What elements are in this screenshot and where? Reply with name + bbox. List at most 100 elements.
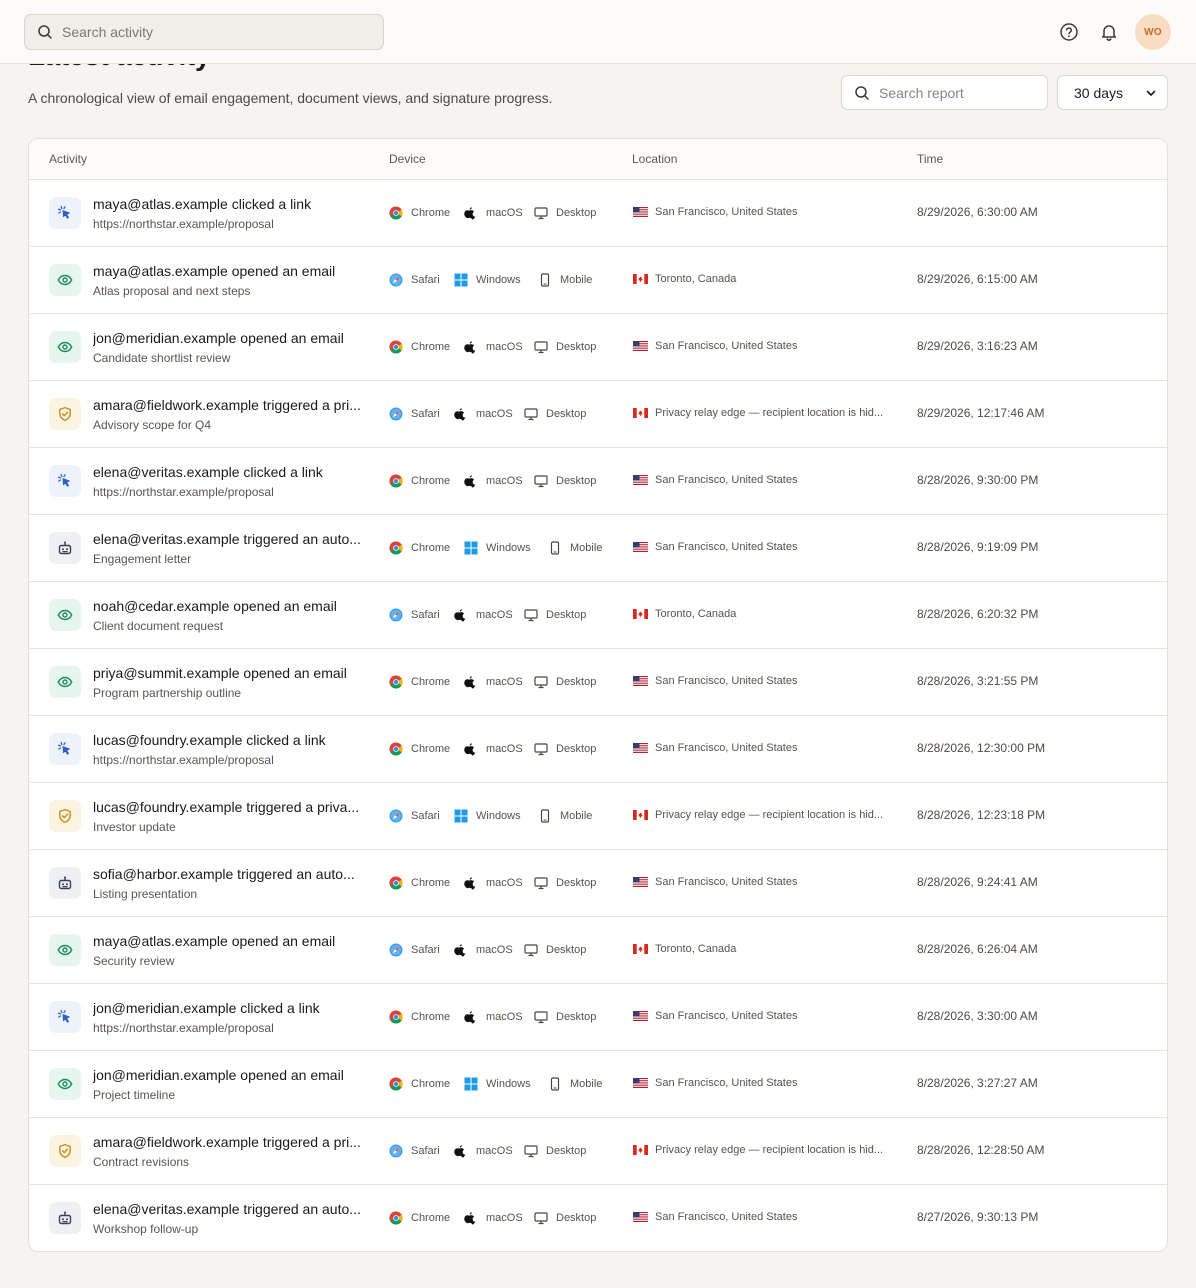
notifications-button[interactable] <box>1097 20 1121 44</box>
table-row[interactable]: elena@veritas.example triggered an auto.… <box>29 515 1167 582</box>
help-button[interactable] <box>1057 20 1081 44</box>
os-cell: macOS <box>464 742 523 756</box>
activity-subtitle: https://northstar.example/proposal <box>93 217 274 231</box>
device-label: Mobile <box>560 274 593 286</box>
location-label: Toronto, Canada <box>655 608 737 620</box>
location-label: Privacy relay edge — recipient location … <box>655 1144 884 1156</box>
canada-flag-icon <box>633 1145 648 1155</box>
device-label: Desktop <box>556 1011 597 1023</box>
location-cell: San Francisco, United States <box>633 742 797 754</box>
activity-type-badge <box>49 666 81 698</box>
device-label: Desktop <box>556 676 597 688</box>
browser-cell: Chrome <box>389 541 450 555</box>
table-row[interactable]: amara@fieldwork.example triggered a pri.… <box>29 381 1167 448</box>
canada-flag-icon <box>633 274 648 284</box>
chrome-icon <box>389 1010 403 1024</box>
activity-title[interactable]: maya@atlas.example clicked a link <box>93 196 375 212</box>
device-cell: Mobile <box>548 541 602 555</box>
table-row[interactable]: amara@fieldwork.example triggered a pri.… <box>29 1118 1167 1185</box>
os-cell: macOS <box>454 608 513 622</box>
column-header-location[interactable]: Location <box>632 152 677 166</box>
activity-title[interactable]: amara@fieldwork.example triggered a pri.… <box>93 1134 375 1150</box>
apple-icon <box>464 743 476 756</box>
os-cell: macOS <box>464 206 523 220</box>
table-row[interactable]: maya@atlas.example clicked a link https:/… <box>29 180 1167 247</box>
table-row[interactable]: noah@cedar.example opened an email Client… <box>29 582 1167 649</box>
activity-title[interactable]: elena@veritas.example clicked a link <box>93 464 375 480</box>
location-label: San Francisco, United States <box>655 206 798 218</box>
shield-check-icon <box>59 1143 71 1159</box>
activity-title[interactable]: jon@meridian.example opened an email <box>93 1067 375 1083</box>
table-row[interactable]: maya@atlas.example opened an email Securi… <box>29 917 1167 984</box>
browser-cell: Chrome <box>389 1010 450 1024</box>
table-row[interactable]: lucas@foundry.example clicked a link http… <box>29 716 1167 783</box>
os-cell: macOS <box>464 876 523 890</box>
date-range-select[interactable]: 30 days <box>1057 75 1168 110</box>
location-label: Privacy relay edge — recipient location … <box>655 407 884 419</box>
cursor-click-icon <box>57 1009 70 1023</box>
location-label: San Francisco, United States <box>655 1211 798 1223</box>
activity-title[interactable]: lucas@foundry.example clicked a link <box>93 732 375 748</box>
table-row[interactable]: jon@meridian.example opened an email Cand… <box>29 314 1167 381</box>
activity-time: 8/29/2026, 6:30:00 AM <box>917 205 1038 219</box>
activity-title[interactable]: amara@fieldwork.example triggered a pri.… <box>93 397 375 413</box>
os-cell: Windows <box>454 273 521 287</box>
location-cell: Toronto, Canada <box>633 608 736 620</box>
column-header-activity[interactable]: Activity <box>49 152 87 166</box>
browser-label: Safari <box>411 274 440 286</box>
location-label: San Francisco, United States <box>655 742 798 754</box>
activity-type-badge <box>49 398 81 430</box>
device-cell: Desktop <box>534 340 596 354</box>
user-avatar[interactable]: WO <box>1135 14 1171 50</box>
table-row[interactable]: lucas@foundry.example triggered a priva.… <box>29 783 1167 850</box>
browser-cell: Chrome <box>389 1211 450 1225</box>
table-row[interactable]: elena@veritas.example clicked a link http… <box>29 448 1167 515</box>
activity-search-input[interactable]: Search activity <box>24 14 384 50</box>
apple-icon <box>454 1145 466 1158</box>
activity-title[interactable]: noah@cedar.example opened an email <box>93 598 375 614</box>
activity-title[interactable]: maya@atlas.example opened an email <box>93 933 375 949</box>
activity-title[interactable]: priya@summit.example opened an email <box>93 665 375 681</box>
activity-title[interactable]: jon@meridian.example opened an email <box>93 330 375 346</box>
column-header-time[interactable]: Time <box>917 152 943 166</box>
browser-cell: Chrome <box>389 1077 450 1091</box>
activity-title[interactable]: elena@veritas.example triggered an auto.… <box>93 531 375 547</box>
table-row[interactable]: priya@summit.example opened an email Prog… <box>29 649 1167 716</box>
activity-table: Activity Device Location Time maya@atlas… <box>28 138 1168 1252</box>
safari-icon <box>389 1144 403 1158</box>
cursor-click-icon <box>57 741 70 755</box>
os-cell: macOS <box>464 340 523 354</box>
chrome-icon <box>389 474 403 488</box>
browser-cell: Chrome <box>389 206 450 220</box>
activity-title[interactable]: maya@atlas.example opened an email <box>93 263 375 279</box>
browser-cell: Chrome <box>389 742 450 756</box>
report-search-input[interactable]: Search report <box>841 75 1048 110</box>
column-header-device[interactable]: Device <box>389 152 426 166</box>
monitor-icon <box>524 408 538 421</box>
apple-icon <box>454 944 466 957</box>
os-label: macOS <box>486 1011 523 1023</box>
activity-title[interactable]: sofia@harbor.example triggered an auto..… <box>93 866 375 882</box>
table-row[interactable]: maya@atlas.example opened an email Atlas … <box>29 247 1167 314</box>
table-row[interactable]: jon@meridian.example opened an email Proj… <box>29 1051 1167 1118</box>
os-label: macOS <box>486 676 523 688</box>
activity-title[interactable]: elena@veritas.example triggered an auto.… <box>93 1201 375 1217</box>
device-label: Mobile <box>570 1078 603 1090</box>
table-row[interactable]: jon@meridian.example clicked a link https… <box>29 984 1167 1051</box>
activity-title[interactable]: lucas@foundry.example triggered a priva.… <box>93 799 375 815</box>
activity-time: 8/29/2026, 12:17:46 AM <box>917 406 1045 420</box>
os-label: macOS <box>486 743 523 755</box>
activity-title[interactable]: jon@meridian.example clicked a link <box>93 1000 375 1016</box>
table-row[interactable]: elena@veritas.example triggered an auto.… <box>29 1185 1167 1251</box>
search-icon <box>855 85 869 100</box>
browser-cell: Chrome <box>389 675 450 689</box>
browser-label: Safari <box>411 609 440 621</box>
activity-subtitle: Candidate shortlist review <box>93 351 231 365</box>
us-flag-icon <box>633 1011 648 1021</box>
browser-label: Chrome <box>411 475 451 487</box>
table-row[interactable]: sofia@harbor.example triggered an auto..… <box>29 850 1167 917</box>
location-label: San Francisco, United States <box>655 340 798 352</box>
phone-icon <box>550 541 560 555</box>
browser-label: Chrome <box>411 877 451 889</box>
us-flag-icon <box>633 341 648 351</box>
